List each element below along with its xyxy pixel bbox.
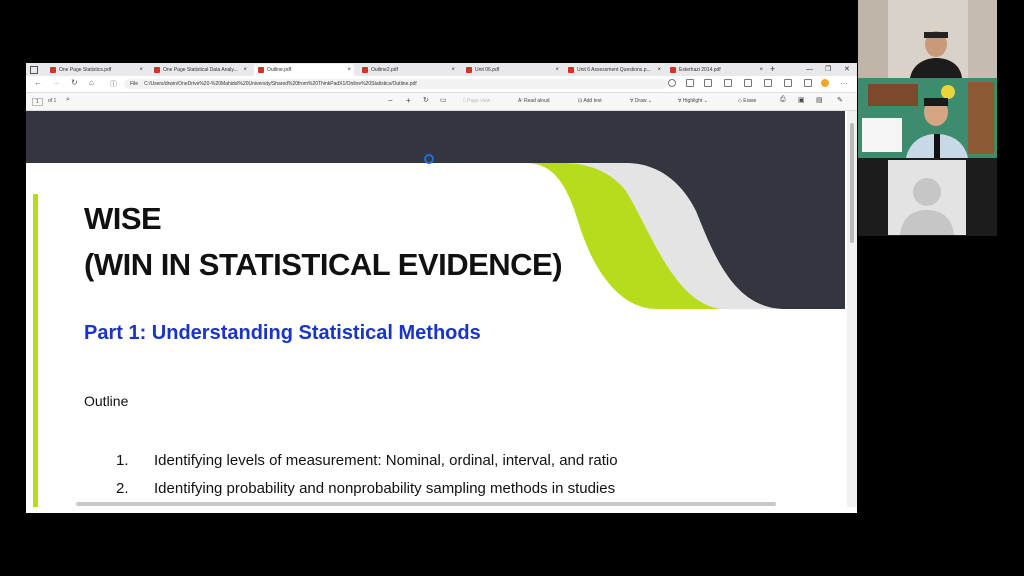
browser-essentials-icon[interactable] (804, 79, 812, 87)
close-icon[interactable]: × (139, 64, 143, 76)
part-heading: Part 1: Understanding Statistical Method… (84, 322, 481, 344)
scrollbar-thumb[interactable] (850, 123, 854, 243)
pdf-icon (154, 66, 160, 73)
close-icon[interactable]: × (243, 64, 247, 76)
address-bar-row: ← → ↻ ⌂ ⓘ File C:/Users/drwin/OneDrive%20… (26, 76, 857, 93)
zoom-in-icon[interactable]: + (406, 96, 411, 105)
close-icon[interactable]: × (555, 64, 559, 76)
banner-dark-band (26, 111, 845, 163)
save-icon[interactable]: ▣ (798, 96, 805, 104)
page-total: of 1 (48, 98, 57, 104)
tab-one-page-statistical-data[interactable]: One Page Statistical Data Analy... × (150, 64, 250, 76)
pdf-icon (670, 66, 676, 73)
presenter-video (858, 78, 997, 158)
add-text-button[interactable]: ⊡ Add text (578, 98, 602, 104)
draw-button[interactable]: ∀ Draw ⌄ (630, 98, 652, 104)
page-number-input[interactable]: 1 (32, 98, 43, 106)
close-window-button[interactable]: ✕ (844, 63, 850, 76)
fit-page-icon[interactable]: ▭ (440, 96, 447, 104)
print-icon[interactable]: ⎙ (780, 96, 786, 104)
favorite-icon[interactable] (724, 79, 732, 87)
extension-icon[interactable] (704, 79, 712, 87)
collections-icon[interactable] (784, 79, 792, 87)
read-mode-icon[interactable] (686, 79, 694, 87)
favorites-bar-icon[interactable] (764, 79, 772, 87)
presenter-camera (858, 78, 997, 158)
refresh-icon[interactable]: ↻ (71, 78, 78, 87)
placeholder-camera (858, 158, 997, 236)
close-icon[interactable]: × (657, 64, 661, 76)
minimize-button[interactable]: — (806, 63, 813, 76)
search-icon[interactable]: ⌕ (66, 96, 70, 104)
new-tab-button[interactable]: + (770, 63, 775, 76)
tab-unit-06[interactable]: Unit 06.pdf × (462, 64, 562, 76)
participant-camera (858, 0, 997, 78)
maximize-button[interactable]: ❐ (825, 63, 831, 76)
slide-banner-graphic (26, 111, 845, 309)
tab-unit-6-assessment[interactable]: Unit 6 Assessment Questions.p... × (564, 64, 664, 76)
page-view-button[interactable]: ▯ Page view (463, 98, 490, 104)
forward-icon[interactable]: → (52, 78, 60, 87)
pdf-icon (258, 66, 264, 73)
save-as-icon[interactable]: ▤ (816, 96, 823, 104)
pdf-icon (568, 66, 574, 73)
pdf-page: WISE (WIN IN STATISTICAL EVIDENCE) Part … (26, 111, 845, 507)
outline-item: 2. Identifying probability and nonprobabi… (116, 480, 616, 497)
close-icon[interactable]: × (347, 64, 351, 76)
highlight-button[interactable]: ∀ Highlight ⌄ (678, 98, 708, 104)
chevron-down-icon[interactable]: ⌄ (646, 98, 652, 104)
pdf-icon (50, 66, 56, 73)
vertical-scrollbar[interactable] (847, 111, 857, 507)
home-icon[interactable]: ⌂ (89, 78, 94, 87)
more-menu-icon[interactable]: … (840, 77, 848, 86)
pin-icon[interactable]: ✎ (837, 96, 843, 104)
zoom-out-icon[interactable]: − (388, 96, 393, 105)
outline-item: 1. Identifying levels of measurement: Nom… (116, 452, 618, 469)
pdf-icon (466, 66, 472, 73)
tab-one-page-statistics[interactable]: One Page Statistics.pdf × (46, 64, 146, 76)
rotate-icon[interactable]: ↻ (423, 96, 429, 104)
close-icon[interactable]: × (759, 64, 763, 76)
read-aloud-button[interactable]: A⁾ Read aloud (518, 98, 550, 104)
user-avatar-icon (900, 178, 954, 235)
document-title: WISE (WIN IN STATISTICAL EVIDENCE) (84, 201, 563, 282)
accent-bar (33, 194, 38, 507)
close-icon[interactable]: × (451, 64, 455, 76)
pdf-icon (362, 66, 368, 73)
zoom-icon[interactable] (668, 79, 676, 87)
avatar (888, 160, 966, 235)
chevron-down-icon[interactable]: ⌄ (702, 98, 708, 104)
horizontal-scrollbar[interactable] (76, 502, 776, 506)
profile-icon[interactable] (821, 79, 829, 87)
pdf-toolbar: 1 of 1 ⌕ − + ↻ ▭ ▯ Page view A⁾ Read alo… (26, 93, 857, 111)
tab-outline2[interactable]: Outline2.pdf × (358, 64, 458, 76)
address-input[interactable]: File C:/Users/drwin/OneDrive%20-%20Mahido… (124, 79, 668, 89)
mouse-cursor (424, 154, 434, 164)
person-video (858, 0, 997, 78)
tab-esterhazi[interactable]: Esterhazi 2014.pdf × (666, 64, 766, 76)
outline-heading: Outline (84, 393, 129, 409)
tab-actions-icon[interactable] (28, 64, 38, 76)
split-screen-icon[interactable] (744, 79, 752, 87)
erase-button[interactable]: ◇ Erase (738, 98, 756, 104)
browser-window: One Page Statistics.pdf × One Page Statis… (26, 63, 857, 513)
info-icon[interactable]: ⓘ (110, 79, 117, 89)
tab-bar: One Page Statistics.pdf × One Page Statis… (26, 63, 857, 76)
back-icon[interactable]: ← (34, 78, 42, 87)
tab-outline[interactable]: Outline.pdf × (254, 64, 354, 76)
